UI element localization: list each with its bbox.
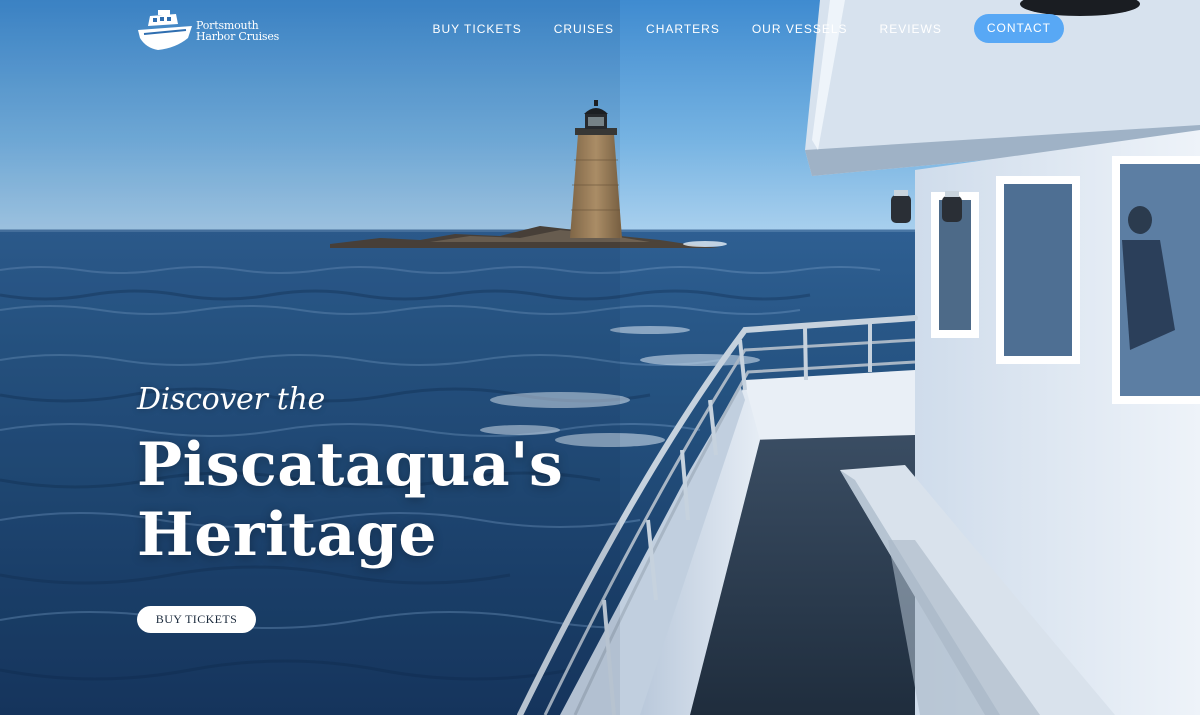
nav-item-our-vessels[interactable]: OUR VESSELS: [752, 22, 848, 36]
hero-section: Portsmouth Harbor Cruises BUY TICKETS CR…: [0, 0, 1200, 715]
brand-name-line2: Harbor Cruises: [196, 30, 280, 43]
nav-item-charters[interactable]: CHARTERS: [646, 22, 720, 36]
site-logo[interactable]: Portsmouth Harbor Cruises: [136, 8, 279, 52]
nav-item-reviews[interactable]: REVIEWS: [880, 22, 942, 36]
brand-name: Portsmouth Harbor Cruises: [196, 20, 279, 42]
nav-item-buy-tickets[interactable]: BUY TICKETS: [432, 22, 521, 36]
hero-title-line2: Heritage: [137, 500, 437, 570]
hero-headline: Discover the Piscataqua's Heritage: [137, 378, 563, 570]
hero-eyebrow: Discover the: [137, 382, 326, 417]
nav-menu: BUY TICKETS CRUISES CHARTERS OUR VESSELS…: [432, 14, 1064, 43]
hero-title-line1: Piscataqua's: [137, 430, 564, 500]
hero-title: Piscataqua's Heritage: [137, 430, 563, 570]
boat-icon: [138, 10, 192, 50]
contact-button[interactable]: CONTACT: [973, 14, 1064, 43]
nav-item-cruises[interactable]: CRUISES: [554, 22, 614, 36]
buy-tickets-button[interactable]: BUY TICKETS: [137, 606, 256, 633]
top-navigation: Portsmouth Harbor Cruises BUY TICKETS CR…: [0, 0, 1200, 58]
